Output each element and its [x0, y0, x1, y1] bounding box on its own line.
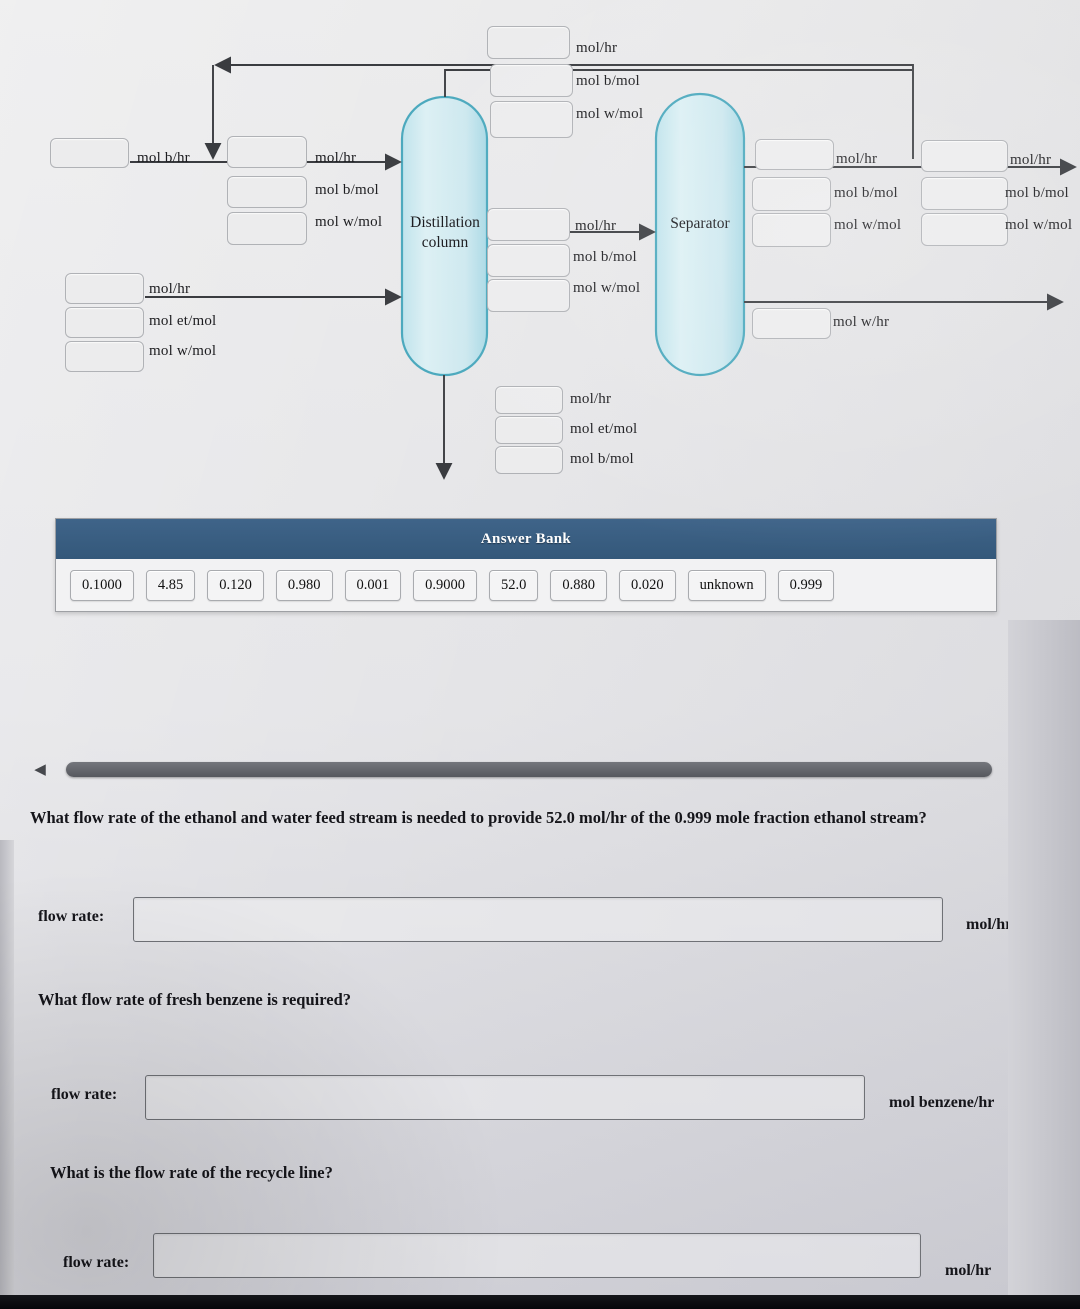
label-feed-unit-2: mol w/mol [149, 343, 217, 359]
label-sep-out-left-unit-1: mol b/mol [834, 185, 898, 201]
label-sep-out-left-unit-2: mol w/mol [834, 217, 902, 233]
label-water-out-unit: mol w/hr [833, 314, 890, 330]
label-column-top-unit-2: mol w/mol [576, 106, 644, 122]
question-2-flow-rate-label: flow rate: [51, 1086, 118, 1103]
answer-bank: Answer Bank 0.1000 4.85 0.120 0.980 0.00… [55, 518, 997, 612]
input-feed-xet[interactable] [65, 307, 144, 338]
label-column-feed-unit-2: mol w/mol [315, 214, 383, 230]
answer-bank-chips: 0.1000 4.85 0.120 0.980 0.001 0.9000 52.… [56, 559, 996, 612]
label-column-feed-unit-1: mol b/mol [315, 182, 379, 198]
scroll-left-arrow-icon[interactable]: ◀ [30, 759, 50, 781]
question-2-prompt: What flow rate of fresh benzene is requi… [38, 990, 352, 1009]
input-column-feed-xw[interactable] [227, 212, 307, 245]
answer-chip[interactable]: 0.001 [344, 570, 402, 601]
label-sep-out-right-unit-0: mol/hr [1010, 152, 1052, 168]
input-sep-out-left-flow[interactable] [755, 139, 834, 170]
answer-chip[interactable]: unknown [687, 570, 766, 601]
question-3-prompt: What is the flow rate of the recycle lin… [50, 1163, 333, 1182]
unit-label-separator-text: Separator [670, 215, 730, 232]
input-sep-out-left-xb[interactable] [752, 177, 831, 211]
page-right-edge [1008, 620, 1080, 1295]
answer-chip[interactable]: 0.980 [275, 570, 333, 601]
input-sep-out-left-xw[interactable] [752, 213, 831, 247]
input-column-top-flow[interactable] [487, 26, 570, 59]
input-column-top-xb[interactable] [490, 64, 573, 97]
label-sep-out-left-unit-0: mol/hr [836, 151, 878, 167]
horizontal-scrollbar[interactable]: ◀ ▶ [30, 757, 1030, 783]
question-3-flow-rate-label: flow rate: [63, 1254, 130, 1271]
input-sep-out-right-xw[interactable] [921, 213, 1008, 246]
unit-label-distillation-line-0: Distillation [410, 214, 480, 231]
input-column-feed-flow[interactable] [227, 136, 307, 168]
page-left-edge [0, 840, 14, 1295]
label-column-side-unit-2: mol w/mol [573, 280, 641, 296]
input-column-feed-xb[interactable] [227, 176, 307, 208]
monitor-bottom-bezel [0, 1295, 1080, 1309]
input-fresh-benzene-flow[interactable] [50, 138, 129, 168]
answer-chip[interactable]: 0.120 [207, 570, 264, 601]
scrollbar-thumb[interactable] [66, 762, 992, 777]
input-column-bottom-xet[interactable] [495, 416, 563, 444]
label-column-bottom-unit-2: mol b/mol [570, 451, 634, 467]
answer-chip[interactable]: 0.020 [619, 570, 676, 601]
label-column-side-unit-0: mol/hr [575, 218, 617, 234]
unit-label-distillation-column: Distillation column [399, 213, 491, 253]
label-column-bottom-unit-0: mol/hr [570, 391, 612, 407]
input-sep-out-right-flow[interactable] [921, 140, 1008, 172]
question-2-unit: mol benzene/hr [889, 1094, 995, 1111]
input-column-bottom-flow[interactable] [495, 386, 563, 414]
label-column-top-unit-1: mol b/mol [576, 73, 640, 89]
separator-vessel [654, 92, 746, 377]
answer-chip[interactable]: 0.9000 [413, 570, 477, 601]
answer-chip[interactable]: 52.0 [489, 570, 539, 601]
question-3-unit: mol/hr [945, 1262, 992, 1279]
answer-chip[interactable]: 0.880 [550, 570, 607, 601]
answer-bank-title: Answer Bank [56, 519, 996, 559]
input-water-out-flow[interactable] [752, 308, 831, 339]
question-1-prompt: What flow rate of the ethanol and water … [30, 808, 927, 827]
unit-label-distillation-line-1: column [421, 234, 469, 251]
answer-chip[interactable]: 0.1000 [70, 570, 134, 601]
input-feed-xw[interactable] [65, 341, 144, 372]
input-column-top-xw[interactable] [490, 101, 573, 138]
process-flow-diagram: mol b/hr mol/hr mol b/mol mol w/mol mol/… [0, 0, 1080, 500]
label-column-top-unit-0: mol/hr [576, 40, 618, 56]
label-column-bottom-unit-1: mol et/mol [570, 421, 638, 437]
input-feed-flow[interactable] [65, 273, 144, 304]
question-1-unit: mol/hr [966, 916, 1013, 933]
label-column-feed-unit-0: mol/hr [315, 150, 357, 166]
input-column-side-xw[interactable] [487, 279, 570, 312]
unit-label-separator: Separator [654, 215, 746, 233]
label-sep-out-right-unit-2: mol w/mol [1005, 217, 1073, 233]
answer-chip[interactable]: 0.999 [777, 570, 835, 601]
input-column-bottom-xb[interactable] [495, 446, 563, 474]
label-column-side-unit-1: mol b/mol [573, 249, 637, 265]
label-feed-unit-0: mol/hr [149, 281, 191, 297]
question-3-flow-rate-input[interactable] [153, 1233, 921, 1278]
question-1-flow-rate-label: flow rate: [38, 908, 105, 925]
question-2-flow-rate-input[interactable] [145, 1075, 865, 1120]
label-sep-out-right-unit-1: mol b/mol [1005, 185, 1069, 201]
input-column-side-flow[interactable] [487, 208, 570, 241]
scrollbar-track[interactable] [56, 757, 1004, 783]
column-top-line [444, 69, 487, 97]
label-feed-unit-1: mol et/mol [149, 313, 217, 329]
label-fresh-benzene-unit: mol b/hr [137, 150, 190, 166]
question-1-flow-rate-input[interactable] [133, 897, 943, 942]
input-column-side-xb[interactable] [487, 244, 570, 277]
worksheet-page: mol b/hr mol/hr mol b/mol mol w/mol mol/… [0, 0, 1080, 1295]
input-sep-out-right-xb[interactable] [921, 177, 1008, 210]
answer-chip[interactable]: 4.85 [145, 570, 196, 601]
